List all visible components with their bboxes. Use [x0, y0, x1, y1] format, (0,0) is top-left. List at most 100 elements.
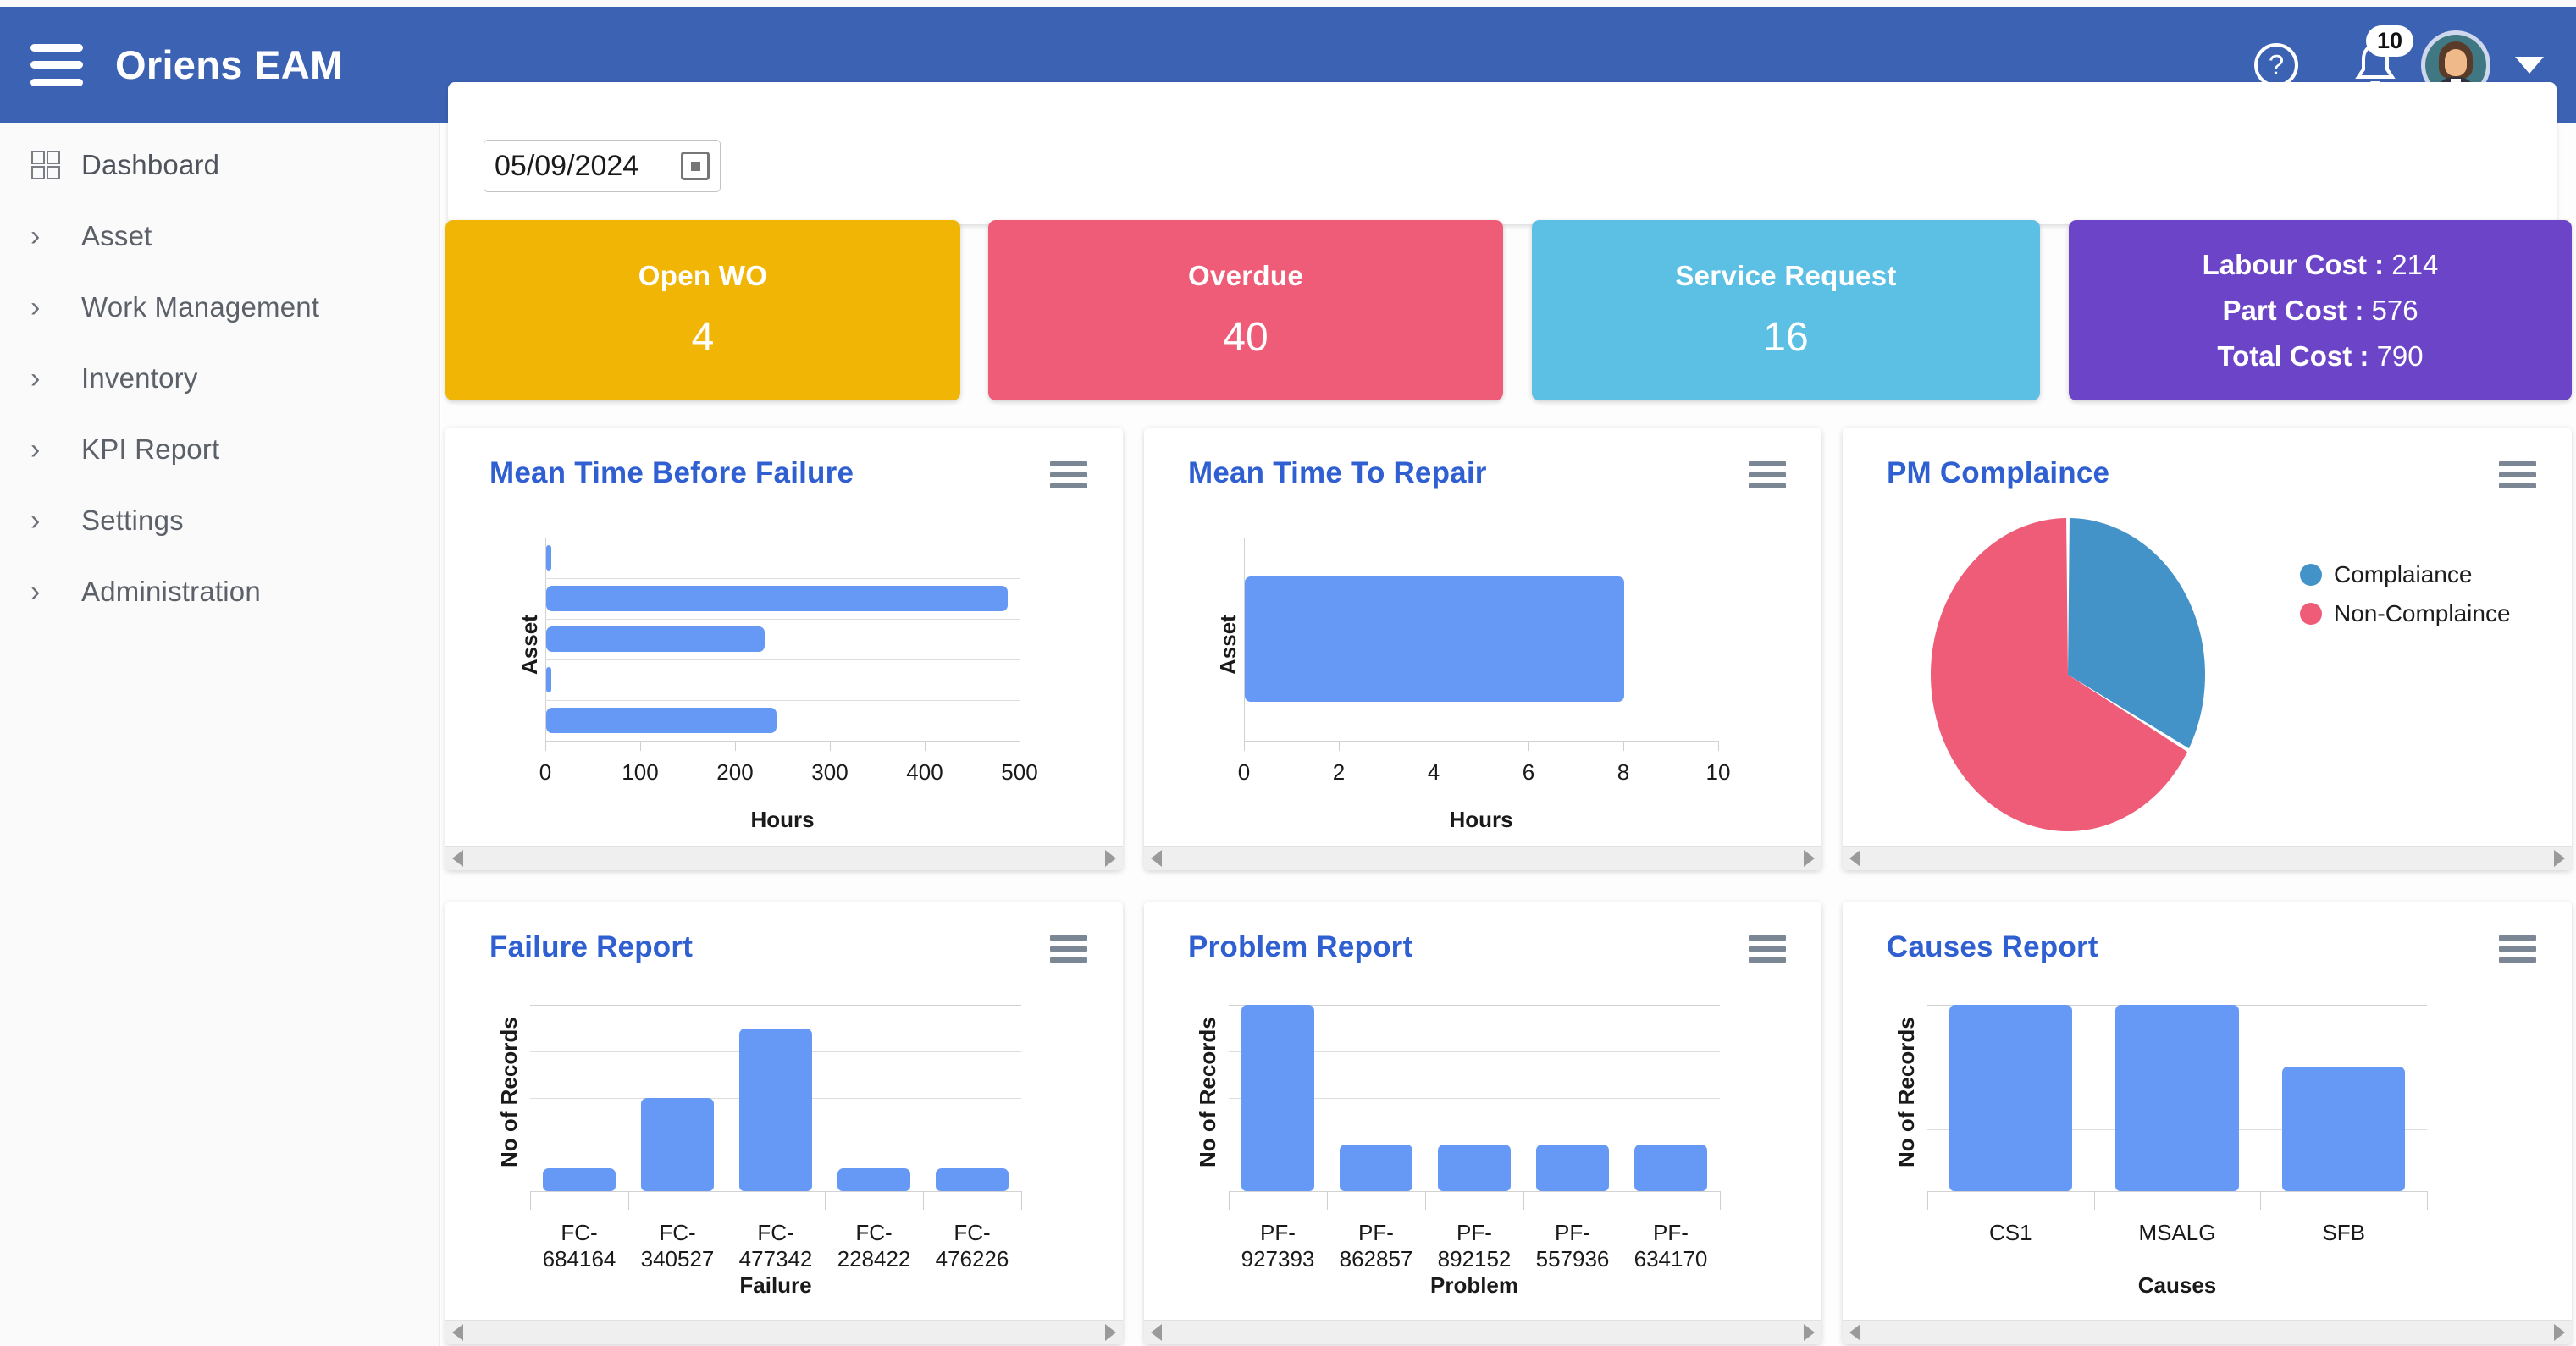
chart-plot-mtbf: 0 100 200 300 400 500 Hours Asset	[445, 505, 1123, 844]
hamburger-menu-icon[interactable]	[2499, 461, 2536, 488]
horizontal-scrollbar[interactable]	[1843, 1320, 2572, 1344]
sidebar-item-label: Settings	[81, 505, 184, 536]
x-axis-title: Hours	[750, 807, 815, 832]
sidebar-item-label: Inventory	[81, 362, 198, 394]
bar	[2115, 1005, 2239, 1191]
sidebar-item-asset[interactable]: › Asset	[0, 201, 439, 272]
sidebar-item-dashboard[interactable]: Dashboard	[0, 130, 439, 201]
arrow-right-icon[interactable]	[2554, 1324, 2565, 1341]
help-icon[interactable]: ?	[2254, 42, 2298, 87]
x-tick-label: FC-228422	[837, 1220, 911, 1272]
chart-title: Causes Report	[1887, 930, 2098, 963]
axis-tick	[1339, 741, 1340, 751]
bar	[1634, 1145, 1707, 1191]
arrow-left-icon[interactable]	[1849, 1324, 1860, 1341]
bar	[1438, 1145, 1511, 1191]
bar	[546, 667, 551, 692]
horizontal-scrollbar[interactable]	[445, 846, 1123, 870]
kpi-card-service-request[interactable]: Service Request 16	[1532, 220, 2040, 400]
kpi-title: Open WO	[638, 260, 768, 291]
axis-tick	[1528, 741, 1529, 751]
sidebar-item-label: Administration	[81, 576, 261, 607]
kpi-part-cost-value: 576	[2371, 294, 2418, 326]
axis-tick	[2260, 1191, 2262, 1210]
sidebar-item-work-management[interactable]: › Work Management	[0, 272, 439, 343]
arrow-right-icon[interactable]	[2554, 850, 2565, 867]
axis-tick	[545, 741, 546, 751]
arrow-left-icon[interactable]	[1151, 850, 1162, 867]
horizontal-scrollbar[interactable]	[1144, 1320, 1821, 1344]
kpi-card-cost[interactable]: Labour Cost : 214 Part Cost : 576 Total …	[2069, 220, 2572, 400]
menu-toggle-icon[interactable]	[30, 43, 83, 86]
chevron-right-icon: ›	[30, 433, 41, 466]
sidebar-item-settings[interactable]: › Settings	[0, 485, 439, 556]
pie-chart	[1931, 518, 2205, 831]
chart-plot-mttr: 0 2 4 6 8 10 Hours Asset	[1144, 505, 1821, 844]
horizontal-scrollbar[interactable]	[1144, 846, 1821, 870]
sidebar-item-administration[interactable]: › Administration	[0, 556, 439, 627]
chart-header: Failure Report	[445, 902, 1123, 979]
legend-color-swatch	[2300, 603, 2322, 625]
gridline	[545, 619, 1020, 620]
x-tick-label: 400	[906, 759, 943, 785]
hamburger-menu-icon[interactable]	[2499, 935, 2536, 963]
hamburger-menu-icon[interactable]	[1749, 461, 1786, 488]
calendar-icon[interactable]	[681, 152, 710, 180]
legend-item: Complaiance	[2300, 561, 2472, 588]
arrow-right-icon[interactable]	[1804, 1324, 1815, 1341]
kpi-title: Overdue	[1188, 260, 1303, 291]
x-tick-label: PF-927393	[1241, 1220, 1315, 1272]
plot-top-line	[530, 1005, 1021, 1006]
chevron-right-icon: ›	[30, 361, 41, 394]
hamburger-menu-icon[interactable]	[1050, 461, 1087, 488]
x-axis-title: Problem	[1429, 1272, 1519, 1298]
hamburger-menu-icon[interactable]	[1050, 935, 1087, 963]
chevron-right-icon: ›	[30, 504, 41, 537]
arrow-left-icon[interactable]	[452, 850, 463, 867]
horizontal-scrollbar[interactable]	[1843, 846, 2572, 870]
bar	[546, 545, 551, 571]
legend-color-swatch	[2300, 564, 2322, 586]
x-tick-label: 6	[1522, 759, 1535, 785]
kpi-card-open-wo[interactable]: Open WO 4	[445, 220, 960, 400]
x-tick-label: MSALG	[2138, 1220, 2216, 1245]
x-tick-label: PF-862857	[1339, 1220, 1413, 1272]
kpi-labour-cost: Labour Cost : 214	[2203, 249, 2439, 281]
chart-title: Mean Time To Repair	[1188, 456, 1487, 489]
x-tick-label: 8	[1617, 759, 1630, 785]
x-tick-label: 0	[539, 759, 552, 785]
window-chrome-strip	[0, 0, 2576, 7]
chart-card-problem-report: Problem Report PF-927393 PF-862857 PF-8921…	[1144, 902, 1821, 1344]
date-input-value: 05/09/2024	[495, 149, 639, 182]
sidebar-item-label: Asset	[81, 220, 152, 251]
chart-header: Mean Time Before Failure	[445, 428, 1123, 505]
horizontal-scrollbar[interactable]	[445, 1320, 1123, 1344]
axis-tick	[925, 741, 926, 751]
arrow-right-icon[interactable]	[1804, 850, 1815, 867]
hamburger-menu-icon[interactable]	[1749, 935, 1786, 963]
chevron-down-icon[interactable]	[2515, 56, 2544, 74]
chart-header: PM Complaince	[1843, 428, 2572, 505]
bar	[543, 1167, 616, 1191]
kpi-labour-cost-value: 214	[2391, 248, 2439, 280]
bar	[1536, 1145, 1609, 1191]
arrow-left-icon[interactable]	[452, 1324, 463, 1341]
chart-card-mean-time-to-repair: Mean Time To Repair 0 2 4 6 8 10 Hours Asset	[1144, 428, 1821, 870]
x-axis-line	[1229, 1191, 1720, 1192]
kpi-card-overdue[interactable]: Overdue 40	[988, 220, 1503, 400]
arrow-left-icon[interactable]	[1151, 1324, 1162, 1341]
x-tick-label: 500	[1001, 759, 1038, 785]
axis-tick	[1327, 1191, 1328, 1210]
sidebar-item-inventory[interactable]: › Inventory	[0, 343, 439, 414]
sidebar-item-kpi-report[interactable]: › KPI Report	[0, 414, 439, 485]
arrow-right-icon[interactable]	[1105, 850, 1116, 867]
chevron-right-icon: ›	[30, 219, 41, 252]
x-tick-label: PF-557936	[1535, 1220, 1610, 1272]
date-input[interactable]: 05/09/2024	[484, 140, 721, 192]
chart-plot-failure: FC-684164 FC-340527 FC-477342 FC-228422 FC-4…	[445, 979, 1123, 1318]
kpi-total-cost-value: 790	[2376, 339, 2424, 372]
arrow-left-icon[interactable]	[1849, 850, 1860, 867]
arrow-right-icon[interactable]	[1105, 1324, 1116, 1341]
x-axis-title: Failure	[739, 1272, 812, 1298]
x-tick-label: PF-892152	[1437, 1220, 1512, 1272]
